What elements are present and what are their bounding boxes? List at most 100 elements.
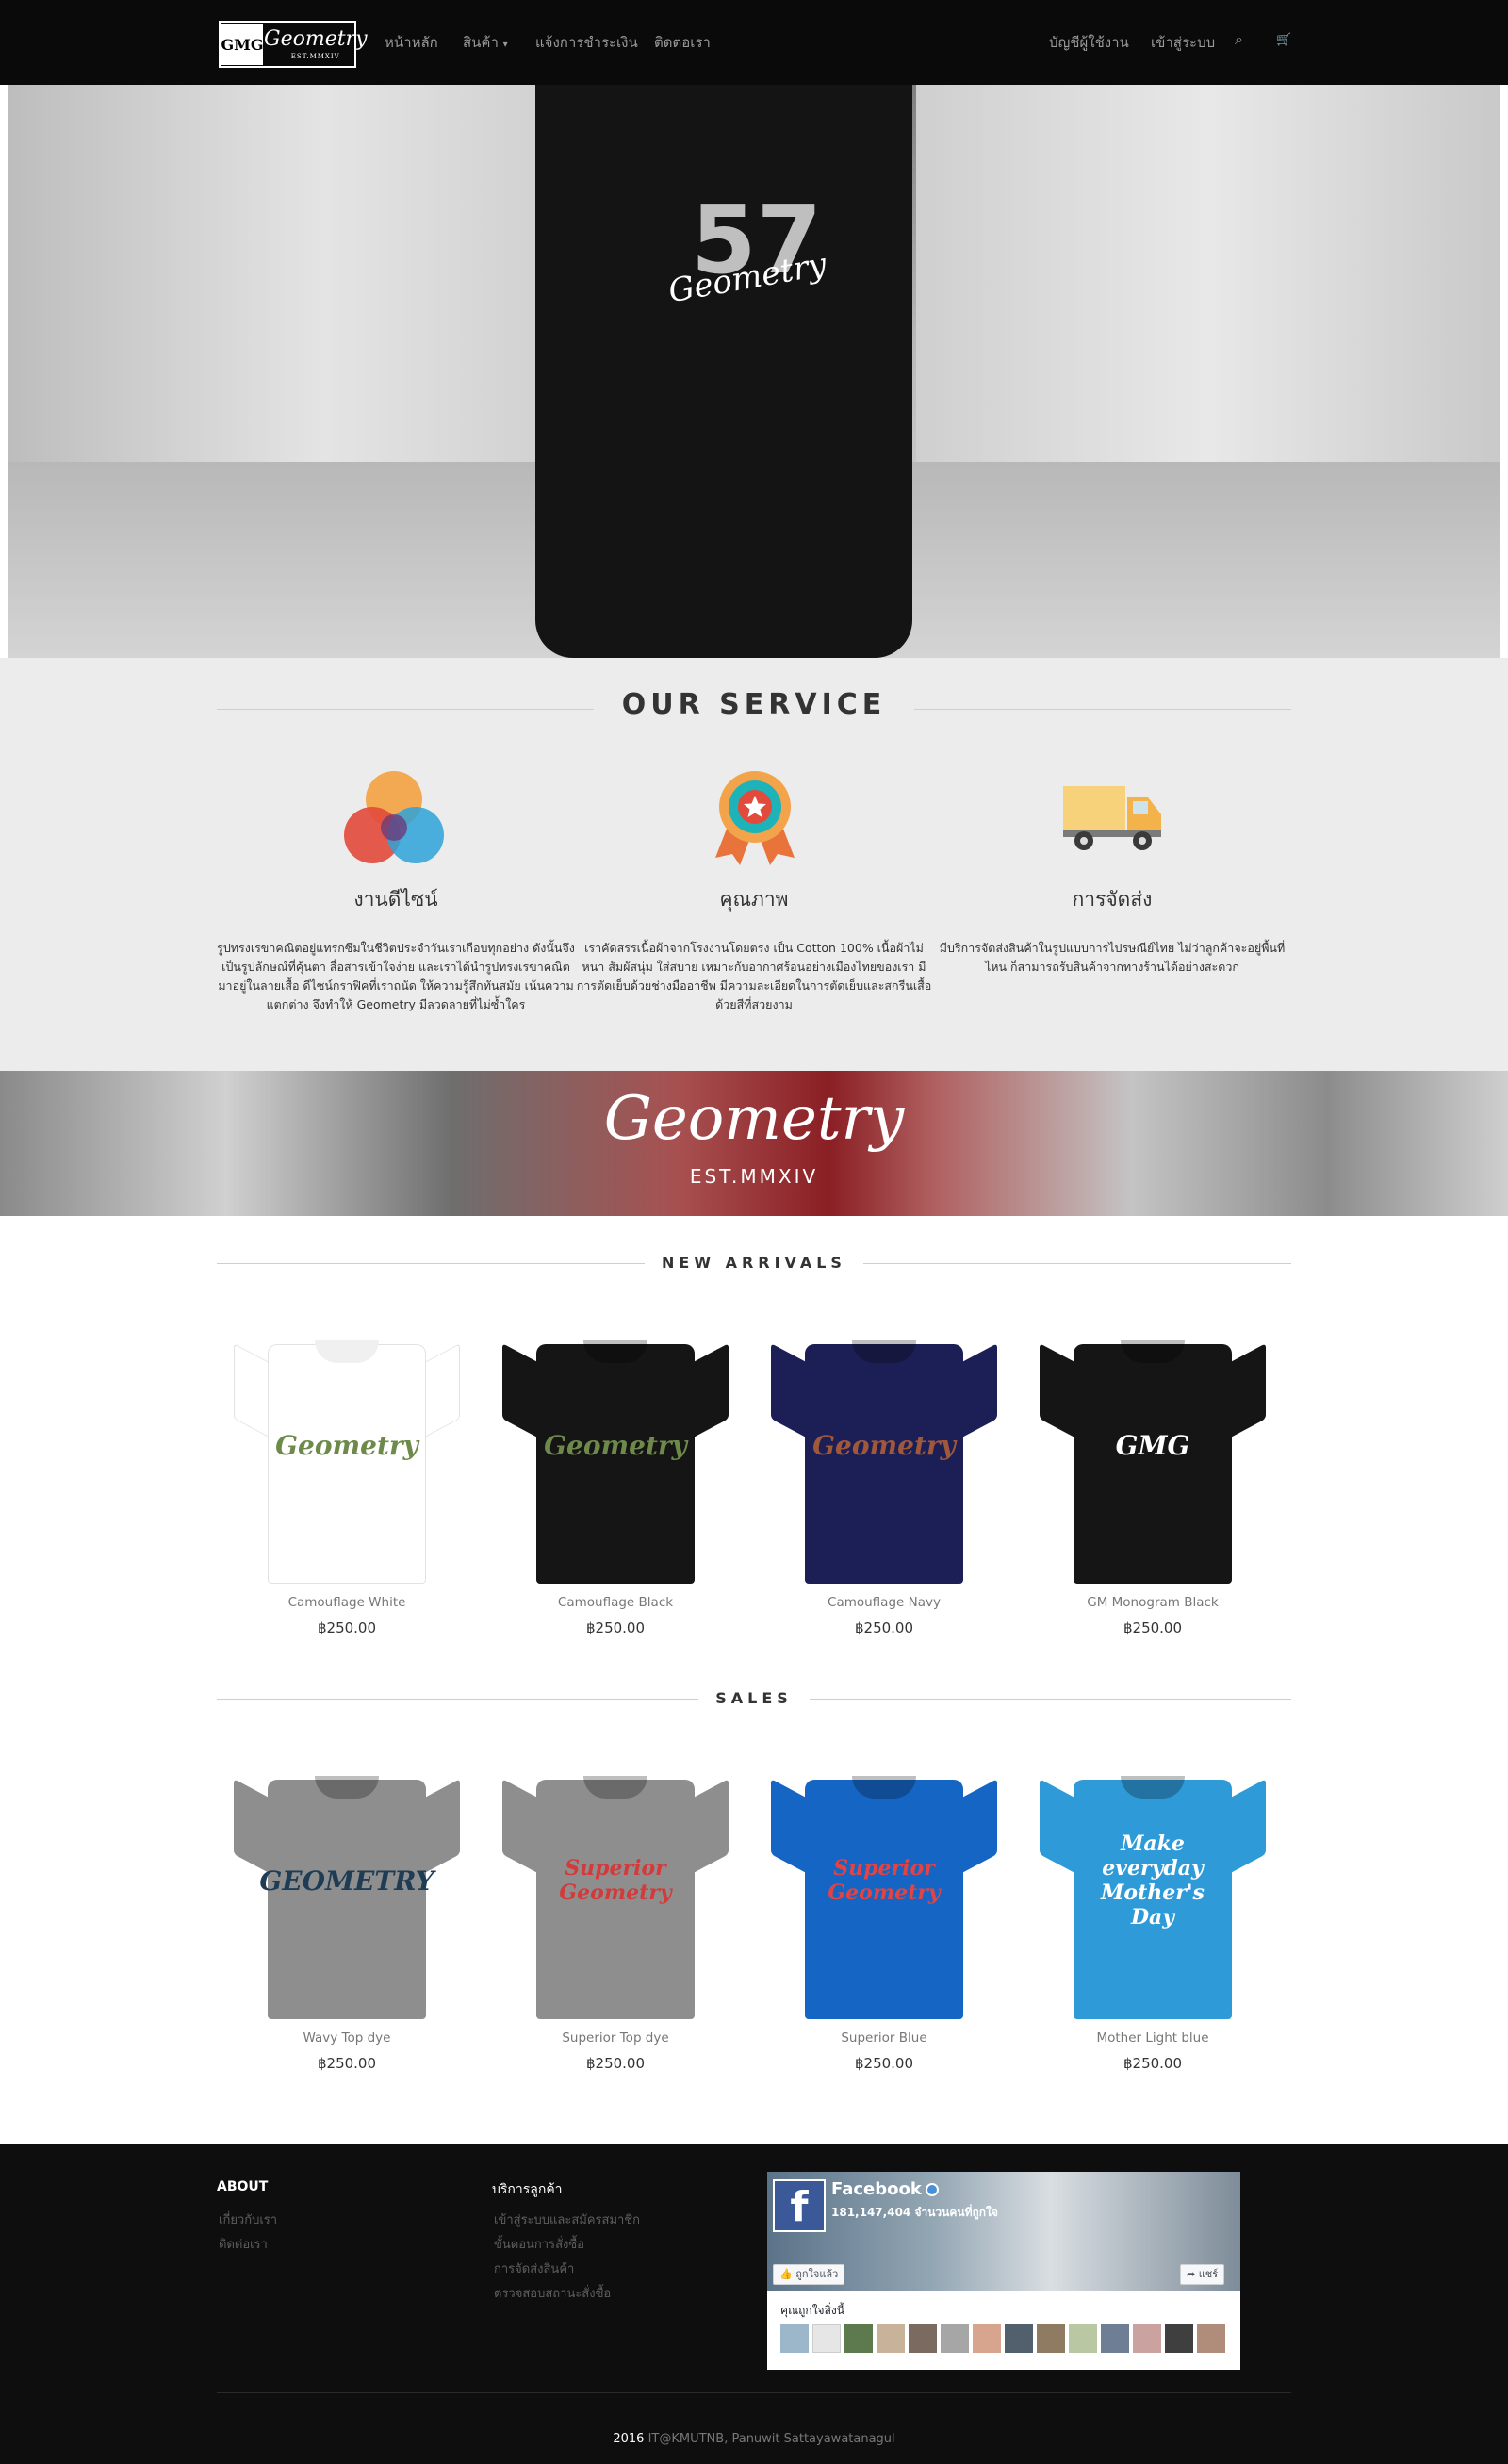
- avatar[interactable]: [812, 2324, 841, 2353]
- product-image[interactable]: Geometry: [762, 1337, 1007, 1591]
- avatar[interactable]: [1133, 2324, 1161, 2353]
- product-image[interactable]: GMG: [1030, 1337, 1275, 1591]
- product-price: ฿250.00: [1123, 1619, 1183, 1636]
- avatar[interactable]: [1101, 2324, 1129, 2353]
- color-circles-icon: [344, 771, 444, 863]
- product-name[interactable]: Camouflage White: [217, 1595, 477, 1610]
- footer-link-order-status[interactable]: ตรวจสอบสถานะสั่งซื้อ: [494, 2283, 611, 2303]
- avatar[interactable]: [941, 2324, 969, 2353]
- delivery-truck-icon: [1063, 786, 1161, 850]
- footer-about-title: ABOUT: [217, 2179, 269, 2194]
- product-image[interactable]: Make everyday Mother's Day: [1030, 1772, 1275, 2027]
- chevron-down-icon: ▾: [502, 40, 508, 50]
- cart-icon[interactable]: 🛒: [1276, 33, 1291, 47]
- copyright-org-link[interactable]: IT@KMUTNB: [648, 2432, 725, 2446]
- product-name[interactable]: Superior Blue: [754, 2030, 1014, 2045]
- navbar: GMG Geometry EST.MMXIV หน้าหลัก สินค้า ▾…: [0, 0, 1508, 85]
- facebook-friends-label: คุณถูกใจสิ่งนี้: [780, 2304, 844, 2317]
- product-price: ฿250.00: [585, 1619, 646, 1636]
- product-name[interactable]: Wavy Top dye: [217, 2030, 477, 2045]
- product-print: Superior Geometry: [828, 1856, 941, 1905]
- product-price: ฿250.00: [854, 2055, 914, 2072]
- product-name[interactable]: Camouflage Navy: [754, 1595, 1014, 1610]
- brand-mark: GMG: [221, 24, 264, 65]
- verified-icon: [925, 2183, 939, 2196]
- nav-home[interactable]: หน้าหลัก: [385, 31, 438, 54]
- facebook-like-button[interactable]: 👍 ถูกใจแล้ว: [773, 2264, 845, 2285]
- avatar[interactable]: [1037, 2324, 1065, 2353]
- brand-logo[interactable]: GMG Geometry EST.MMXIV: [219, 21, 368, 68]
- service-quality-desc: เราคัดสรรเนื้อผ้าจากโรงงานโดยตรง เป็น Co…: [576, 941, 932, 1011]
- hero-tshirt: 57 Geometry: [535, 85, 912, 658]
- avatar[interactable]: [909, 2324, 937, 2353]
- nav-contact[interactable]: ติดต่อเรา: [654, 31, 711, 54]
- footer-link-contact[interactable]: ติดต่อเรา: [219, 2234, 268, 2254]
- service-design-name: งานดีไซน์: [353, 888, 438, 911]
- nav-login[interactable]: เข้าสู่ระบบ: [1151, 31, 1215, 54]
- product-card[interactable]: Make everyday Mother's Day Mother Light b…: [1023, 1772, 1268, 2072]
- product-print: GMG: [1115, 1429, 1190, 1461]
- product-price: ฿250.00: [1123, 2055, 1183, 2072]
- product-image[interactable]: Superior Geometry: [762, 1772, 1007, 2027]
- product-print: Geometry: [544, 1429, 687, 1461]
- product-print: GEOMETRY: [259, 1864, 434, 1897]
- avatar[interactable]: [780, 2324, 809, 2353]
- copyright: 2016 IT@KMUTNB, Panuwit Sattayawatanagul: [613, 2432, 895, 2446]
- facebook-logo-icon[interactable]: f: [773, 2179, 826, 2232]
- product-name[interactable]: Camouflage Black: [485, 1595, 746, 1610]
- product-print: Make everyday Mother's Day: [1101, 1832, 1205, 1930]
- footer-link-login[interactable]: เข้าสู่ระบบและสมัครสมาชิก: [494, 2209, 640, 2229]
- product-price: ฿250.00: [585, 2055, 646, 2072]
- facebook-share-label: แชร์: [1198, 2268, 1219, 2280]
- footer-link-about[interactable]: เกี่ยวกับเรา: [219, 2209, 277, 2229]
- search-icon[interactable]: ⌕: [1235, 30, 1243, 49]
- share-icon: ➦: [1187, 2268, 1196, 2280]
- facebook-page-title: Facebook: [831, 2179, 922, 2199]
- product-image[interactable]: GEOMETRY: [224, 1772, 469, 2027]
- avatar[interactable]: [1197, 2324, 1225, 2353]
- facebook-likes: 181,147,404 จำนวนคนที่ถูกใจ: [831, 2206, 998, 2219]
- brand-banner: Geometry EST.MMXIV: [0, 1071, 1508, 1216]
- facebook-widget: f Facebook 181,147,404 จำนวนคนที่ถูกใจ 👍…: [767, 2172, 1240, 2370]
- avatar[interactable]: [877, 2324, 905, 2353]
- avatar[interactable]: [844, 2324, 873, 2353]
- avatar[interactable]: [1165, 2324, 1193, 2353]
- nav-account[interactable]: บัญชีผู้ใช้งาน: [1049, 31, 1129, 54]
- facebook-share-button[interactable]: ➦ แชร์: [1180, 2264, 1225, 2285]
- service-quality-name: คุณภาพ: [719, 888, 789, 911]
- product-card[interactable]: Geometry Camouflage Navy ฿250.00: [754, 1337, 999, 1636]
- brand-name: Geometry: [264, 26, 368, 51]
- product-name[interactable]: Mother Light blue: [1023, 2030, 1283, 2045]
- product-card[interactable]: Superior Geometry Superior Blue ฿250.00: [754, 1772, 999, 2072]
- service-shipping-desc: มีบริการจัดส่งสินค้าในรูปแบบการไปรษณีย์ไ…: [939, 941, 1286, 974]
- footer-service-title: บริการลูกค้า: [492, 2182, 563, 2197]
- product-image[interactable]: Geometry: [224, 1337, 469, 1591]
- product-card[interactable]: GMG GM Monogram Black ฿250.00: [1023, 1337, 1268, 1636]
- brand-est: EST.MMXIV: [290, 52, 340, 60]
- nav-payment[interactable]: แจ้งการชำระเงิน: [535, 31, 638, 54]
- banner-script: Geometry: [603, 1084, 905, 1154]
- avatar[interactable]: [973, 2324, 1001, 2353]
- service-shipping-name: การจัดส่ง: [1072, 888, 1153, 911]
- new-arrivals-title: NEW ARRIVALS: [0, 1254, 1508, 1272]
- product-image[interactable]: Geometry: [493, 1337, 738, 1591]
- product-card[interactable]: Geometry Camouflage Black ฿250.00: [485, 1337, 730, 1636]
- product-name[interactable]: GM Monogram Black: [1023, 1595, 1283, 1610]
- nav-products[interactable]: สินค้า ▾: [463, 31, 508, 54]
- footer-link-shipping[interactable]: การจัดส่งสินค้า: [494, 2259, 574, 2278]
- product-card[interactable]: GEOMETRY Wavy Top dye ฿250.00: [217, 1772, 462, 2072]
- product-name[interactable]: Superior Top dye: [485, 2030, 746, 2045]
- service-design-desc: รูปทรงเรขาคณิตอยู่แทรกซึมในชีวิตประจำวัน…: [217, 941, 575, 1011]
- facebook-friend-avatars: [780, 2324, 1225, 2353]
- product-price: ฿250.00: [317, 1619, 377, 1636]
- avatar[interactable]: [1005, 2324, 1033, 2353]
- product-image[interactable]: Superior Geometry: [493, 1772, 738, 2027]
- footer: ABOUT เกี่ยวกับเรา ติดต่อเรา บริการลูกค้…: [0, 2144, 1508, 2464]
- avatar[interactable]: [1069, 2324, 1097, 2353]
- footer-link-order-steps[interactable]: ขั้นตอนการสั่งซื้อ: [494, 2234, 584, 2254]
- product-card[interactable]: Geometry Camouflage White ฿250.00: [217, 1337, 462, 1636]
- banner-est: EST.MMXIV: [689, 1165, 819, 1188]
- product-card[interactable]: Superior Geometry Superior Top dye ฿250.00: [485, 1772, 730, 2072]
- product-price: ฿250.00: [854, 1619, 914, 1636]
- nav-products-label: สินค้า: [463, 34, 499, 51]
